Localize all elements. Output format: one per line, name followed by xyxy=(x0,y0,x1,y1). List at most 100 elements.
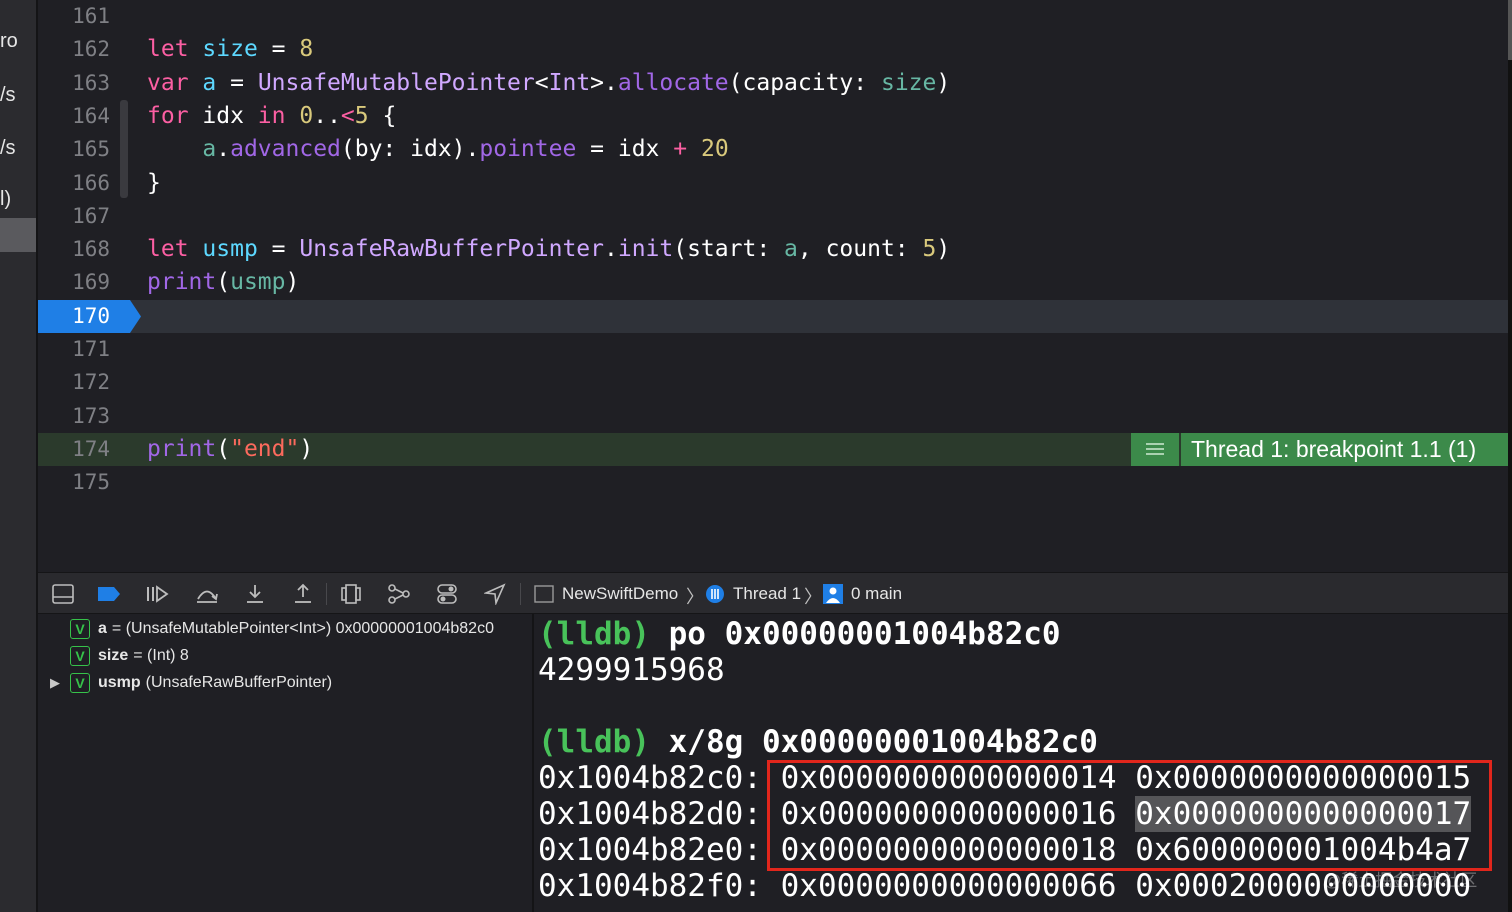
environment-overrides-button[interactable] xyxy=(434,582,460,606)
code-line[interactable]: 170 xyxy=(38,299,1508,333)
step-out-icon xyxy=(295,583,311,603)
code-token: a xyxy=(202,136,217,163)
console-line: (lldb) po 0x00000001004b82c0 xyxy=(538,616,1061,652)
line-number[interactable]: 165 xyxy=(38,133,118,166)
breadcrumb-thread[interactable]: Thread 1 xyxy=(705,573,801,615)
code-text[interactable]: } xyxy=(147,167,161,200)
navigator-fragment[interactable]: /s xyxy=(0,137,16,160)
code-text[interactable]: var a = UnsafeMutablePointer<Int>.alloca… xyxy=(147,67,950,100)
step-over-button[interactable] xyxy=(194,582,220,606)
code-text[interactable]: let size = 8 xyxy=(147,33,313,66)
variable-row[interactable]: V a = (UnsafeMutablePointer<Int>) 0x0000… xyxy=(38,616,532,642)
step-into-button[interactable] xyxy=(242,582,268,606)
code-line[interactable]: 162 let size = 8 xyxy=(38,33,1508,66)
line-number[interactable]: 162 xyxy=(38,33,118,66)
thread-icon xyxy=(706,585,724,603)
disclosure-triangle-icon[interactable]: ▶ xyxy=(50,675,60,691)
debug-memory-graph-button[interactable] xyxy=(386,582,412,606)
code-token: = xyxy=(257,36,300,63)
line-number[interactable]: 161 xyxy=(38,0,118,33)
continue-icon xyxy=(147,585,169,603)
code-line[interactable]: 171 xyxy=(38,333,1508,366)
breakpoints-toggle-button[interactable] xyxy=(96,582,122,606)
code-line[interactable]: 161 xyxy=(38,0,1508,33)
navigator-fragment[interactable]: ro xyxy=(0,30,18,53)
variables-view[interactable]: V a = (UnsafeMutablePointer<Int>) 0x0000… xyxy=(38,614,534,912)
code-token: a xyxy=(784,236,798,263)
toolbar-separator xyxy=(520,583,521,605)
code-text[interactable]: let usmp = UnsafeRawBufferPointer.init(s… xyxy=(147,233,950,266)
navigator-fragment[interactable]: /s xyxy=(0,84,16,107)
simulate-location-button[interactable] xyxy=(482,582,508,606)
code-token: < xyxy=(340,102,355,129)
editor-scrollbar-thumb[interactable] xyxy=(1508,0,1512,60)
breadcrumb-frame[interactable]: 0 main xyxy=(823,573,902,615)
line-number[interactable]: 171 xyxy=(38,333,118,366)
code-token: 20 xyxy=(700,136,729,163)
debug-view-hierarchy-button[interactable] xyxy=(338,582,364,606)
line-number[interactable]: 172 xyxy=(38,366,118,399)
code-token: UnsafeRawBufferPointer xyxy=(299,236,604,263)
breadcrumb-project-label: NewSwiftDemo xyxy=(562,584,679,603)
continue-button[interactable] xyxy=(144,582,170,606)
line-number[interactable]: 174 xyxy=(38,433,118,466)
code-line[interactable]: 164 for idx in 0..<5 { xyxy=(38,100,1508,133)
line-number[interactable]: 167 xyxy=(38,200,118,233)
code-text[interactable]: print(usmp) xyxy=(147,266,299,299)
code-line[interactable]: 163 var a = UnsafeMutablePointer<Int>.all… xyxy=(38,67,1508,100)
variable-row[interactable]: ▶ V usmp (UnsafeRawBufferPointer) xyxy=(38,670,532,696)
breakpoint-marker[interactable]: 170 xyxy=(38,299,142,333)
chevron-right-icon: 〉 xyxy=(804,587,822,607)
code-line[interactable]: 169 print(usmp) xyxy=(38,266,1508,299)
code-line[interactable]: 165 a.advanced(by: idx).pointee = idx + … xyxy=(38,133,1508,166)
memory-address: 0x1004b82d0: xyxy=(538,796,762,832)
step-out-button[interactable] xyxy=(290,582,316,606)
thread-status-label: Thread 1: breakpoint 1.1 (1) xyxy=(1181,432,1508,466)
code-token: 0 xyxy=(299,102,314,129)
console-line: (lldb) x/8g 0x00000001004b82c0 xyxy=(538,724,1098,760)
code-line[interactable]: 172 xyxy=(38,366,1508,399)
code-line[interactable]: 174 print("end") Thread 1: breakpoint 1.1 … xyxy=(38,432,1508,466)
breadcrumb-project[interactable]: NewSwiftDemo xyxy=(534,573,678,615)
line-number[interactable]: 175 xyxy=(38,466,118,499)
code-token: print xyxy=(147,435,217,462)
line-number[interactable]: 168 xyxy=(38,233,118,266)
line-number[interactable]: 166 xyxy=(38,167,118,200)
variable-row[interactable]: V size = (Int) 8 xyxy=(38,643,532,669)
thread-status-annotation[interactable]: Thread 1: breakpoint 1.1 (1) xyxy=(1131,432,1508,466)
code-text[interactable]: for idx in 0..<5 { xyxy=(147,100,396,133)
code-text[interactable]: a.advanced(by: idx).pointee = idx + 20 xyxy=(147,133,729,166)
navigator-selected-row[interactable] xyxy=(0,218,36,252)
code-token: ( xyxy=(216,269,231,296)
line-number[interactable]: 164 xyxy=(38,100,118,133)
code-line[interactable]: 173 xyxy=(38,400,1508,433)
variable-name: a xyxy=(98,620,107,637)
code-line[interactable]: 167 xyxy=(38,200,1508,233)
editor-scrollbar[interactable] xyxy=(1508,0,1512,912)
code-token: + xyxy=(673,136,688,163)
code-line[interactable]: 166} xyxy=(38,167,1508,200)
line-number[interactable]: 163 xyxy=(38,67,118,100)
code-token: .. xyxy=(313,102,341,129)
code-token: a xyxy=(202,69,217,96)
code-token: size xyxy=(202,36,258,63)
code-token: in xyxy=(257,102,286,129)
lines-icon[interactable] xyxy=(1131,432,1181,466)
hide-debug-area-button[interactable] xyxy=(50,582,76,606)
code-line[interactable]: 168 let usmp = UnsafeRawBufferPointer.ini… xyxy=(38,233,1508,266)
source-editor[interactable]: 161 162 let size = 8 163 var a = UnsafeMutab… xyxy=(38,0,1508,572)
code-text[interactable]: print("end") xyxy=(147,433,313,466)
navigator-fragment[interactable]: l) xyxy=(0,188,11,211)
line-number[interactable]: 173 xyxy=(38,400,118,433)
code-line[interactable]: 175 xyxy=(38,466,1508,499)
lldb-prompt: (lldb) xyxy=(538,724,650,760)
lldb-console[interactable]: (lldb) po 0x00000001004b82c0 4299915968 … xyxy=(534,614,1508,912)
line-number[interactable]: 169 xyxy=(38,266,118,299)
lldb-prompt: (lldb) xyxy=(538,616,650,652)
code-token: var xyxy=(147,69,189,96)
variable-value: = (Int) 8 xyxy=(133,647,189,664)
